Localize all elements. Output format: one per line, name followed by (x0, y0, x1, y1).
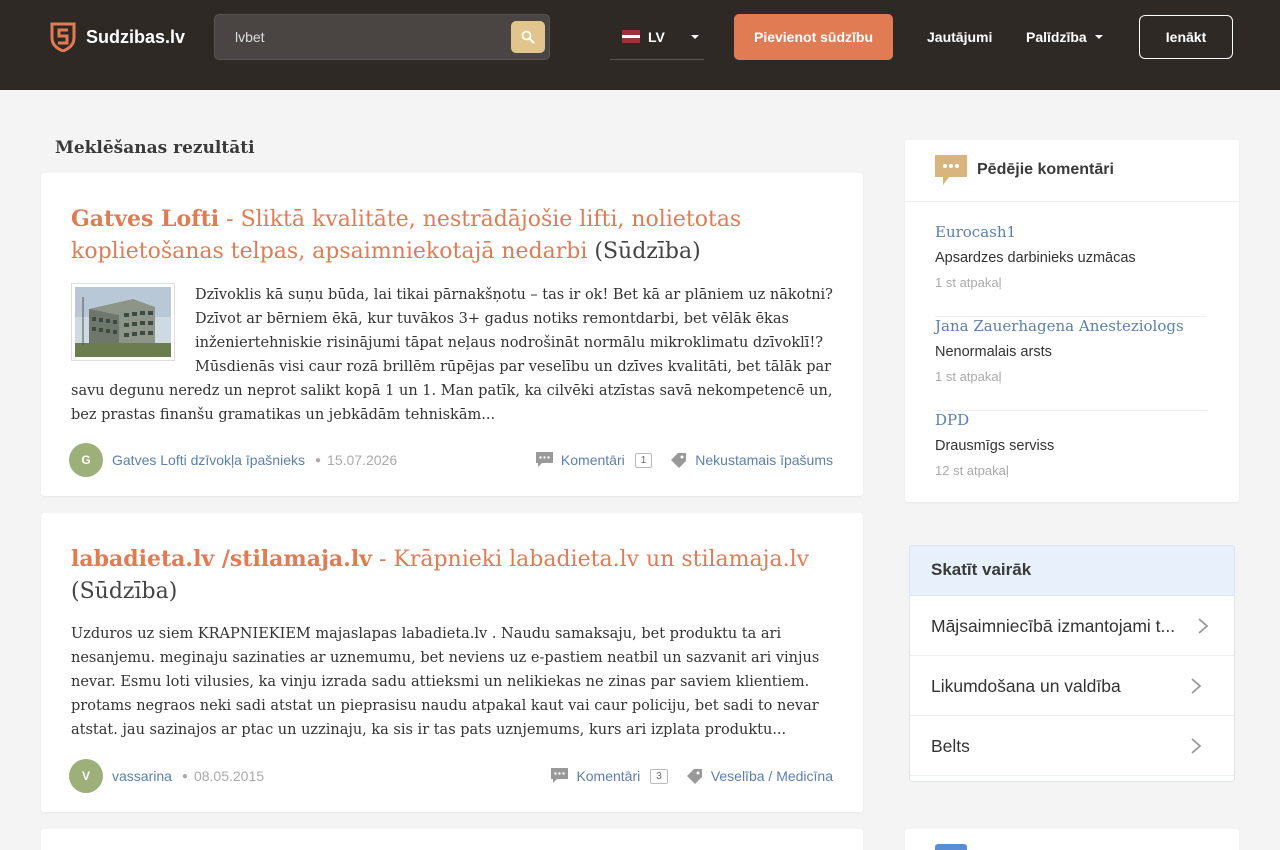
comment-text[interactable]: Drausmīgs serviss (935, 438, 1054, 454)
result-company[interactable]: Gatves Lofti (71, 206, 219, 232)
speech-bubble-icon (535, 452, 553, 467)
latvia-flag-icon (622, 30, 640, 43)
author-link[interactable]: vassarina (112, 768, 172, 784)
result-excerpt: Uzduros uz siem KRAPNIEKIEM majaslapas l… (71, 626, 820, 738)
result-headline[interactable]: - Krāpnieki labadieta.lv un stilamaja.lv (372, 547, 809, 572)
logo-text: Sudzibas.lv (86, 26, 186, 47)
see-more-item[interactable]: Belts (910, 716, 1234, 776)
nav-help[interactable]: Palīdzība (1026, 14, 1103, 60)
result-excerpt: Dzīvoklis kā suņu būda, lai tikai pārnak… (71, 283, 833, 427)
result-type: (Sūdzība) (71, 579, 178, 604)
recent-comments-panel: Pēdējie komentāri Eurocash1 Apsardzes da… (905, 140, 1239, 502)
post-date: 08.05.2015 (193, 768, 265, 784)
search-input[interactable] (215, 15, 505, 59)
separator-dot: ● (181, 770, 188, 782)
comments-link[interactable]: Komentāri 3 (551, 768, 668, 784)
result-company[interactable]: labadieta.lv /stilamaja.lv (71, 546, 372, 572)
tag-icon (671, 452, 687, 468)
login-button[interactable]: Ienākt (1139, 15, 1233, 59)
chevron-right-icon (1198, 618, 1209, 634)
category-label: Veselība / Medicīna (710, 768, 833, 784)
comments-label: Komentāri (560, 452, 625, 468)
top-header: Sudzibas.lv LV Pievienot sūdzību Jautāju… (0, 0, 1280, 90)
see-more-header: Skatīt vairāk (910, 546, 1234, 596)
comment-text[interactable]: Apsardzes darbinieks uzmācas (935, 250, 1136, 266)
caret-down-icon (690, 34, 699, 39)
recent-comment-item: Eurocash1 Apsardzes darbinieks uzmācas 1… (935, 223, 1207, 317)
language-code: LV (648, 28, 665, 45)
excerpt-float-spacer (71, 283, 195, 363)
comments-label: Komentāri (576, 768, 641, 784)
result-meta: G Gatves Lofti dzīvokļa īpašnieks ● 15.0… (69, 443, 833, 477)
avatar[interactable]: G (69, 443, 103, 477)
category-link[interactable]: Nekustamais īpašums (670, 452, 833, 469)
add-complaint-button[interactable]: Pievienot sūdzību (734, 14, 893, 60)
see-more-item[interactable]: Likumdošana un valdība (910, 656, 1234, 716)
recent-comments-header: Pēdējie komentāri (905, 140, 1239, 202)
separator-dot: ● (315, 454, 322, 466)
see-more-title: Skatīt vairāk (931, 560, 1032, 579)
see-more-item-label: Belts (931, 736, 970, 756)
panel-icon (935, 844, 967, 850)
result-card: labadieta.lv /stilamaja.lv - Krāpnieki l… (41, 513, 863, 812)
see-more-item-label: Likumdošana un valdība (931, 676, 1121, 696)
comment-time: 1 st atpakaļ (935, 369, 1002, 384)
page-title: Meklēšanas rezultāti (55, 138, 255, 158)
recent-comment-item: Jana Zauerhagena Anesteziologs Nenormala… (935, 317, 1207, 411)
chevron-right-icon (1191, 738, 1202, 754)
magnifier-icon (521, 30, 535, 44)
comment-author-link[interactable]: DPD (935, 411, 969, 429)
see-more-item-label: Mājsaimniecībā izmantojami t... (931, 616, 1176, 636)
comment-time: 12 st atpakaļ (935, 463, 1009, 478)
category-link[interactable]: Veselība / Medicīna (686, 768, 833, 785)
comment-text[interactable]: Nenormalais arsts (935, 344, 1052, 360)
language-selector[interactable]: LV (610, 14, 704, 60)
comment-author-link[interactable]: Eurocash1 (935, 223, 1016, 241)
shield-s-icon (50, 22, 76, 52)
nav-questions[interactable]: Jautājumi (927, 14, 992, 60)
result-meta: V vassarina ● 08.05.2015 Komentāri 3 Ves… (69, 759, 833, 793)
site-logo[interactable]: Sudzibas.lv (50, 22, 185, 52)
comments-count: 1 (634, 452, 653, 468)
see-more-panel: Skatīt vairāk Mājsaimniecībā izmantojami… (909, 545, 1235, 782)
comments-link[interactable]: Komentāri 1 (535, 452, 653, 468)
recent-comments-title: Pēdējie komentāri (977, 161, 1114, 178)
author-link[interactable]: Gatves Lofti dzīvokļa īpašnieks (112, 452, 305, 468)
avatar[interactable]: V (69, 759, 103, 793)
nav-help-label: Palīdzība (1026, 29, 1087, 45)
result-card: Gatves Lofti - Sliktā kvalitāte, nestrād… (41, 173, 863, 496)
recent-comment-item: DPD Drausmīgs serviss 12 st atpakaļ (935, 411, 1207, 505)
result-card-partial (41, 829, 863, 850)
search-box (214, 14, 550, 60)
result-title[interactable]: labadieta.lv /stilamaja.lv - Krāpnieki l… (71, 543, 831, 608)
sidebar-card-partial (905, 829, 1239, 850)
result-type: (Sūdzība) (587, 239, 701, 264)
speech-bubble-icon (551, 768, 569, 783)
search-button[interactable] (511, 21, 545, 53)
speech-bubble-icon (935, 155, 967, 185)
comments-count: 3 (650, 768, 668, 784)
category-label: Nekustamais īpašums (695, 452, 833, 468)
result-title[interactable]: Gatves Lofti - Sliktā kvalitāte, nestrād… (71, 203, 831, 268)
comment-time: 1 st atpakaļ (935, 275, 1002, 290)
comment-author-link[interactable]: Jana Zauerhagena Anesteziologs (935, 317, 1184, 335)
caret-down-icon (1094, 35, 1103, 39)
post-date: 15.07.2026 (327, 452, 398, 468)
tag-icon (686, 768, 702, 784)
nav-questions-label: Jautājumi (927, 29, 993, 45)
see-more-item[interactable]: Mājsaimniecībā izmantojami t... (910, 596, 1234, 656)
chevron-right-icon (1191, 678, 1202, 694)
